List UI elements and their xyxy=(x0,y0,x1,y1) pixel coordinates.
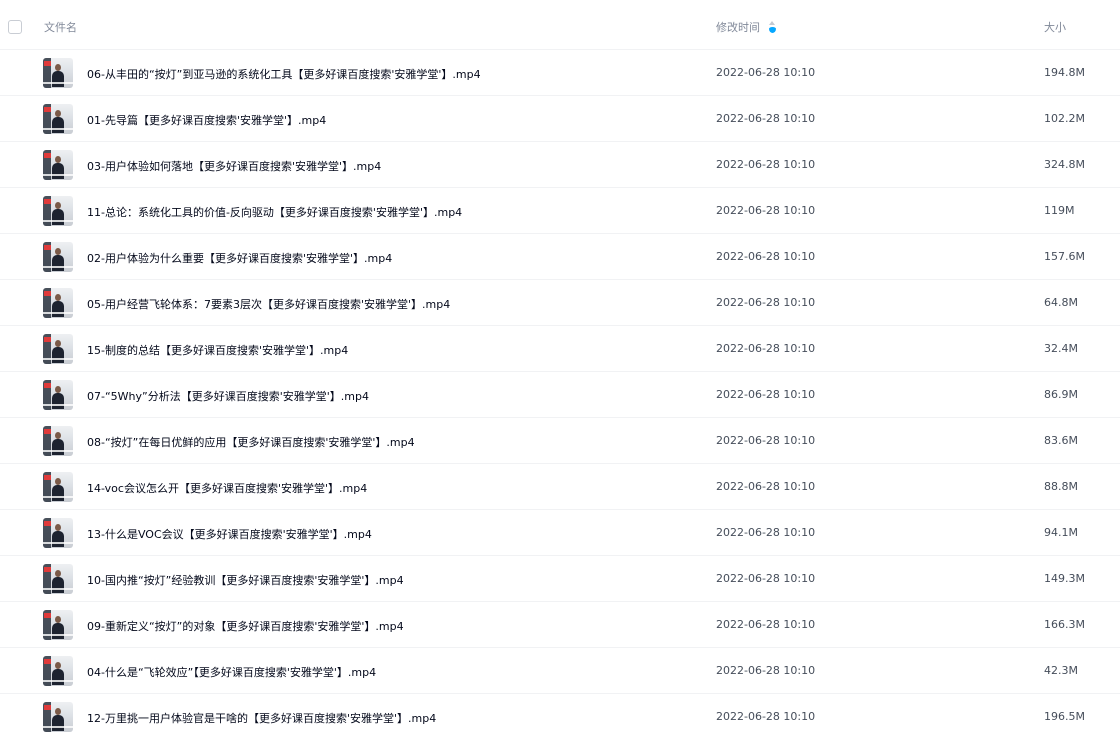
file-row[interactable]: 06-从丰田的“按灯”到亚马逊的系统化工具【更多好课百度搜索'安雅学堂'】.mp… xyxy=(0,49,1120,95)
file-modified-time: 2022-06-28 10:10 xyxy=(716,434,816,447)
file-row[interactable]: 03-用户体验如何落地【更多好课百度搜索'安雅学堂'】.mp4 2022-06-2… xyxy=(0,141,1120,187)
video-thumbnail-icon[interactable] xyxy=(43,610,73,640)
file-modified-time: 2022-06-28 10:10 xyxy=(716,112,816,125)
file-size: 166.3M xyxy=(1044,618,1085,631)
file-list-table: 文件名 修改时间 大小 06-从丰田的“按灯”到亚马逊的系统化工具【更多好课百度… xyxy=(0,0,1120,732)
file-modified-time: 2022-06-28 10:10 xyxy=(716,572,816,585)
file-row[interactable]: 05-用户经营飞轮体系：7要素3层次【更多好课百度搜索'安雅学堂'】.mp4 20… xyxy=(0,279,1120,325)
file-size: 64.8M xyxy=(1044,296,1078,309)
file-name[interactable]: 01-先导篇【更多好课百度搜索'安雅学堂'】.mp4 xyxy=(87,112,326,128)
video-thumbnail-icon[interactable] xyxy=(43,564,73,594)
file-name[interactable]: 06-从丰田的“按灯”到亚马逊的系统化工具【更多好课百度搜索'安雅学堂'】.mp… xyxy=(87,66,481,82)
file-size: 94.1M xyxy=(1044,526,1078,539)
file-row[interactable]: 15-制度的总结【更多好课百度搜索'安雅学堂'】.mp4 2022-06-28 1… xyxy=(0,325,1120,371)
file-size: 196.5M xyxy=(1044,710,1085,723)
file-size: 102.2M xyxy=(1044,112,1085,125)
file-name[interactable]: 08-“按灯”在每日优鲜的应用【更多好课百度搜索'安雅学堂'】.mp4 xyxy=(87,434,415,450)
select-all-checkbox[interactable] xyxy=(8,20,22,34)
file-name[interactable]: 15-制度的总结【更多好课百度搜索'安雅学堂'】.mp4 xyxy=(87,342,348,358)
file-row[interactable]: 08-“按灯”在每日优鲜的应用【更多好课百度搜索'安雅学堂'】.mp4 2022-… xyxy=(0,417,1120,463)
file-size: 194.8M xyxy=(1044,66,1085,79)
file-name[interactable]: 11-总论：系统化工具的价值-反向驱动【更多好课百度搜索'安雅学堂'】.mp4 xyxy=(87,204,462,220)
file-modified-time: 2022-06-28 10:10 xyxy=(716,710,816,723)
file-name[interactable]: 09-重新定义“按灯”的对象【更多好课百度搜索'安雅学堂'】.mp4 xyxy=(87,618,404,634)
video-thumbnail-icon[interactable] xyxy=(43,288,73,318)
file-name[interactable]: 14-voc会议怎么开【更多好课百度搜索'安雅学堂'】.mp4 xyxy=(87,480,367,496)
column-header-name[interactable]: 文件名 xyxy=(44,19,77,35)
file-modified-time: 2022-06-28 10:10 xyxy=(716,526,816,539)
table-header: 文件名 修改时间 大小 xyxy=(0,0,1120,52)
file-name[interactable]: 10-国内推“按灯”经验教训【更多好课百度搜索'安雅学堂'】.mp4 xyxy=(87,572,404,588)
video-thumbnail-icon[interactable] xyxy=(43,426,73,456)
column-header-size[interactable]: 大小 xyxy=(1044,19,1066,35)
file-row[interactable]: 11-总论：系统化工具的价值-反向驱动【更多好课百度搜索'安雅学堂'】.mp4 2… xyxy=(0,187,1120,233)
file-modified-time: 2022-06-28 10:10 xyxy=(716,66,816,79)
video-thumbnail-icon[interactable] xyxy=(43,242,73,272)
file-modified-time: 2022-06-28 10:10 xyxy=(716,480,816,493)
file-modified-time: 2022-06-28 10:10 xyxy=(716,342,816,355)
sort-descending-icon[interactable] xyxy=(769,21,777,33)
file-modified-time: 2022-06-28 10:10 xyxy=(716,296,816,309)
video-thumbnail-icon[interactable] xyxy=(43,518,73,548)
file-size: 83.6M xyxy=(1044,434,1078,447)
file-row[interactable]: 14-voc会议怎么开【更多好课百度搜索'安雅学堂'】.mp4 2022-06-2… xyxy=(0,463,1120,509)
video-thumbnail-icon[interactable] xyxy=(43,58,73,88)
video-thumbnail-icon[interactable] xyxy=(43,150,73,180)
file-name[interactable]: 04-什么是“飞轮效应”【更多好课百度搜索'安雅学堂'】.mp4 xyxy=(87,664,376,680)
file-name[interactable]: 05-用户经营飞轮体系：7要素3层次【更多好课百度搜索'安雅学堂'】.mp4 xyxy=(87,296,450,312)
file-size: 149.3M xyxy=(1044,572,1085,585)
video-thumbnail-icon[interactable] xyxy=(43,196,73,226)
file-row[interactable]: 10-国内推“按灯”经验教训【更多好课百度搜索'安雅学堂'】.mp4 2022-0… xyxy=(0,555,1120,601)
file-row[interactable]: 09-重新定义“按灯”的对象【更多好课百度搜索'安雅学堂'】.mp4 2022-0… xyxy=(0,601,1120,647)
file-row[interactable]: 04-什么是“飞轮效应”【更多好课百度搜索'安雅学堂'】.mp4 2022-06-… xyxy=(0,647,1120,693)
file-size: 324.8M xyxy=(1044,158,1085,171)
file-size: 157.6M xyxy=(1044,250,1085,263)
file-modified-time: 2022-06-28 10:10 xyxy=(716,618,816,631)
file-size: 119M xyxy=(1044,204,1075,217)
file-name[interactable]: 12-万里挑一用户体验官是干啥的【更多好课百度搜索'安雅学堂'】.mp4 xyxy=(87,710,436,726)
file-row[interactable]: 01-先导篇【更多好课百度搜索'安雅学堂'】.mp4 2022-06-28 10:… xyxy=(0,95,1120,141)
file-row[interactable]: 02-用户体验为什么重要【更多好课百度搜索'安雅学堂'】.mp4 2022-06-… xyxy=(0,233,1120,279)
video-thumbnail-icon[interactable] xyxy=(43,380,73,410)
file-modified-time: 2022-06-28 10:10 xyxy=(716,388,816,401)
file-row[interactable]: 07-“5Why”分析法【更多好课百度搜索'安雅学堂'】.mp4 2022-06-… xyxy=(0,371,1120,417)
file-rows: 06-从丰田的“按灯”到亚马逊的系统化工具【更多好课百度搜索'安雅学堂'】.mp… xyxy=(0,49,1120,739)
file-modified-time: 2022-06-28 10:10 xyxy=(716,204,816,217)
video-thumbnail-icon[interactable] xyxy=(43,334,73,364)
file-name[interactable]: 03-用户体验如何落地【更多好课百度搜索'安雅学堂'】.mp4 xyxy=(87,158,381,174)
column-header-time[interactable]: 修改时间 xyxy=(716,19,777,35)
file-modified-time: 2022-06-28 10:10 xyxy=(716,250,816,263)
file-name[interactable]: 07-“5Why”分析法【更多好课百度搜索'安雅学堂'】.mp4 xyxy=(87,388,369,404)
file-size: 32.4M xyxy=(1044,342,1078,355)
file-name[interactable]: 02-用户体验为什么重要【更多好课百度搜索'安雅学堂'】.mp4 xyxy=(87,250,392,266)
video-thumbnail-icon[interactable] xyxy=(43,702,73,732)
video-thumbnail-icon[interactable] xyxy=(43,472,73,502)
file-row[interactable]: 13-什么是VOC会议【更多好课百度搜索'安雅学堂'】.mp4 2022-06-2… xyxy=(0,509,1120,555)
file-row[interactable]: 12-万里挑一用户体验官是干啥的【更多好课百度搜索'安雅学堂'】.mp4 2022… xyxy=(0,693,1120,739)
file-modified-time: 2022-06-28 10:10 xyxy=(716,664,816,677)
column-header-time-label: 修改时间 xyxy=(716,21,760,34)
file-name[interactable]: 13-什么是VOC会议【更多好课百度搜索'安雅学堂'】.mp4 xyxy=(87,526,372,542)
file-size: 88.8M xyxy=(1044,480,1078,493)
file-modified-time: 2022-06-28 10:10 xyxy=(716,158,816,171)
video-thumbnail-icon[interactable] xyxy=(43,104,73,134)
video-thumbnail-icon[interactable] xyxy=(43,656,73,686)
file-size: 42.3M xyxy=(1044,664,1078,677)
file-size: 86.9M xyxy=(1044,388,1078,401)
